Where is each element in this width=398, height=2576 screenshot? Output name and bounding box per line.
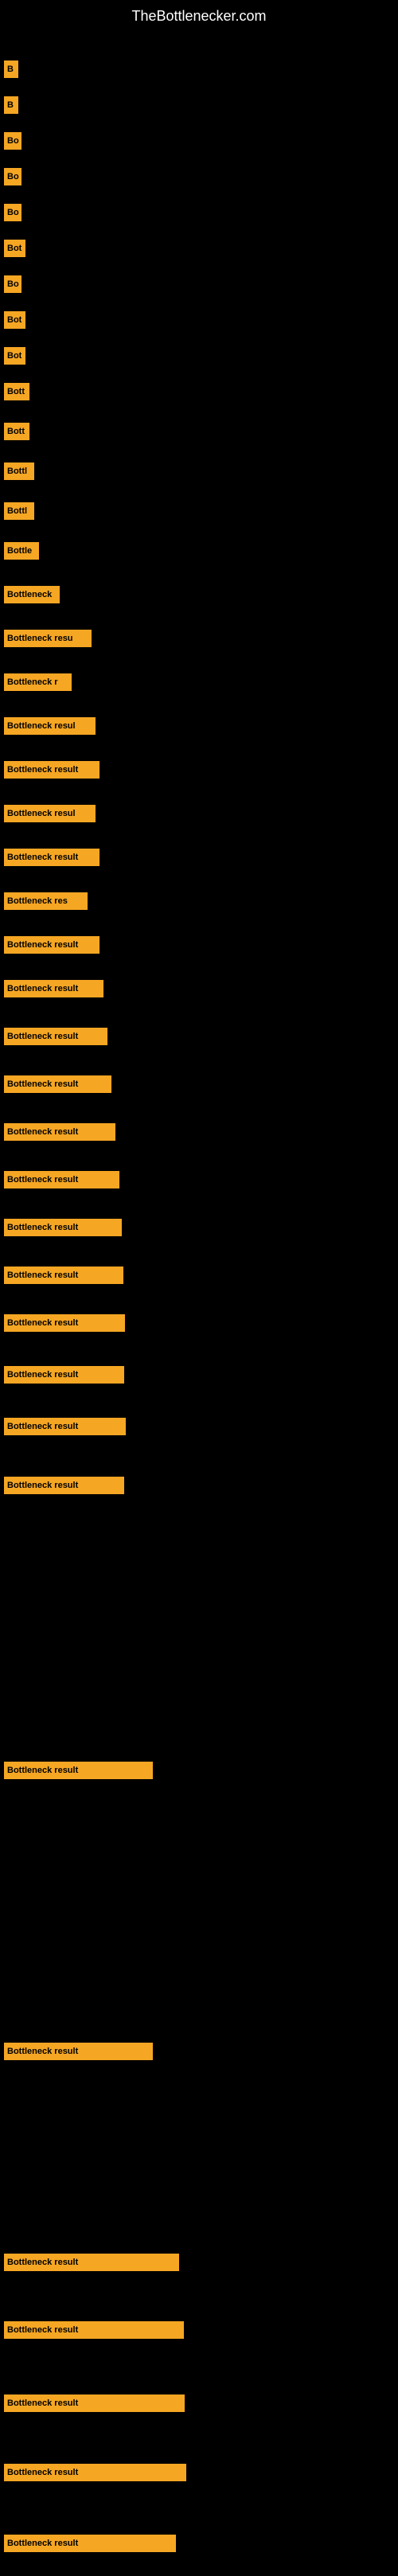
bar-row: Bottleneck result	[4, 1219, 122, 1236]
bar-row: Bottleneck result	[4, 1075, 111, 1093]
bar-row: Bottl	[4, 463, 34, 480]
bar-label: Bot	[4, 311, 25, 329]
bar-label: Bottleneck result	[4, 2395, 185, 2412]
bar-label: Bottleneck result	[4, 1366, 124, 1384]
bar-label: Bottleneck result	[4, 2464, 186, 2481]
bar-row: Bottleneck r	[4, 673, 72, 691]
bar-label: Bottleneck result	[4, 1075, 111, 1093]
bars-container: BB Bo Bo Bo Bot Bo Bot Bot Bott Bott Bottl Bottl Bot…	[0, 29, 398, 2576]
bar-label: Bottleneck result	[4, 1219, 122, 1236]
bar-label: Bottleneck r	[4, 673, 72, 691]
bar-label: Bottleneck resul	[4, 805, 96, 822]
bar-label: Bo	[4, 204, 21, 221]
bar-label: Bottleneck result	[4, 980, 103, 997]
bar-row: Bottleneck result	[4, 1171, 119, 1188]
bar-label: Bottleneck res	[4, 892, 88, 910]
bar-row: Bottleneck	[4, 586, 60, 603]
bar-label: Bottleneck result	[4, 1762, 153, 1779]
bar-row: Bot	[4, 347, 25, 365]
bar-label: Bottl	[4, 463, 34, 480]
bar-label: Bottleneck result	[4, 2535, 176, 2552]
bar-row: Bot	[4, 311, 25, 329]
bar-row: Bottleneck result	[4, 936, 100, 954]
bar-label: Bottleneck result	[4, 2254, 179, 2271]
bar-label: B	[4, 60, 18, 78]
bar-row: Bottleneck result	[4, 1366, 124, 1384]
bar-row: Bottleneck result	[4, 2321, 184, 2339]
bar-row: Bottleneck result	[4, 1418, 126, 1435]
bar-row: Bottleneck res	[4, 892, 88, 910]
bar-row: Bottleneck result	[4, 2464, 186, 2481]
bar-label: Bo	[4, 132, 21, 150]
bar-row: B	[4, 96, 18, 114]
bar-label: Bot	[4, 240, 25, 257]
bar-label: Bottleneck result	[4, 1171, 119, 1188]
bar-label: Bottleneck result	[4, 2043, 153, 2060]
bar-label: Bottleneck result	[4, 1477, 124, 1494]
bar-label: Bottle	[4, 542, 39, 560]
bar-row: Bottleneck result	[4, 980, 103, 997]
bar-label: Bottleneck result	[4, 1028, 107, 1045]
bar-row: Bott	[4, 383, 29, 400]
bar-row: Bottleneck result	[4, 1314, 125, 1332]
bar-label: Bottleneck result	[4, 1418, 126, 1435]
bar-row: Bo	[4, 275, 21, 293]
bar-row: Bo	[4, 204, 21, 221]
bar-label: Bottleneck result	[4, 1314, 125, 1332]
bar-label: Bottleneck result	[4, 1267, 123, 1284]
bar-row: Bottleneck result	[4, 2254, 179, 2271]
bar-row: Bottleneck resul	[4, 717, 96, 735]
bar-label: Bottl	[4, 502, 34, 520]
bar-row: Bottleneck result	[4, 1267, 123, 1284]
bar-label: Bottleneck result	[4, 849, 100, 866]
bar-row: Bottleneck result	[4, 1477, 124, 1494]
bar-row: Bottleneck result	[4, 2535, 176, 2552]
bar-label: B	[4, 96, 18, 114]
bar-label: Bot	[4, 347, 25, 365]
bar-row: Bottleneck result	[4, 1028, 107, 1045]
bar-label: Bottleneck result	[4, 1123, 115, 1141]
bar-row: Bottleneck resu	[4, 630, 92, 647]
bar-label: Bottleneck resu	[4, 630, 92, 647]
bar-label: Bottleneck result	[4, 2321, 184, 2339]
bar-row: Bo	[4, 132, 21, 150]
bar-row: Bottleneck result	[4, 2043, 153, 2060]
bar-row: Bottleneck result	[4, 2395, 185, 2412]
bar-row: Bot	[4, 240, 25, 257]
bar-row: Bo	[4, 168, 21, 185]
bar-label: Bott	[4, 383, 29, 400]
bar-row: Bottleneck result	[4, 849, 100, 866]
bar-label: Bottleneck resul	[4, 717, 96, 735]
site-title: TheBottlenecker.com	[0, 0, 398, 29]
bar-row: B	[4, 60, 18, 78]
bar-row: Bottleneck result	[4, 761, 100, 779]
bar-label: Bott	[4, 423, 29, 440]
bar-row: Bott	[4, 423, 29, 440]
bar-label: Bottleneck result	[4, 761, 100, 779]
bar-label: Bo	[4, 275, 21, 293]
bar-row: Bottleneck result	[4, 1123, 115, 1141]
bar-row: Bottl	[4, 502, 34, 520]
bar-row: Bottle	[4, 542, 39, 560]
bar-row: Bottleneck resul	[4, 805, 96, 822]
bar-label: Bo	[4, 168, 21, 185]
bar-row: Bottleneck result	[4, 1762, 153, 1779]
bar-label: Bottleneck	[4, 586, 60, 603]
bar-label: Bottleneck result	[4, 936, 100, 954]
